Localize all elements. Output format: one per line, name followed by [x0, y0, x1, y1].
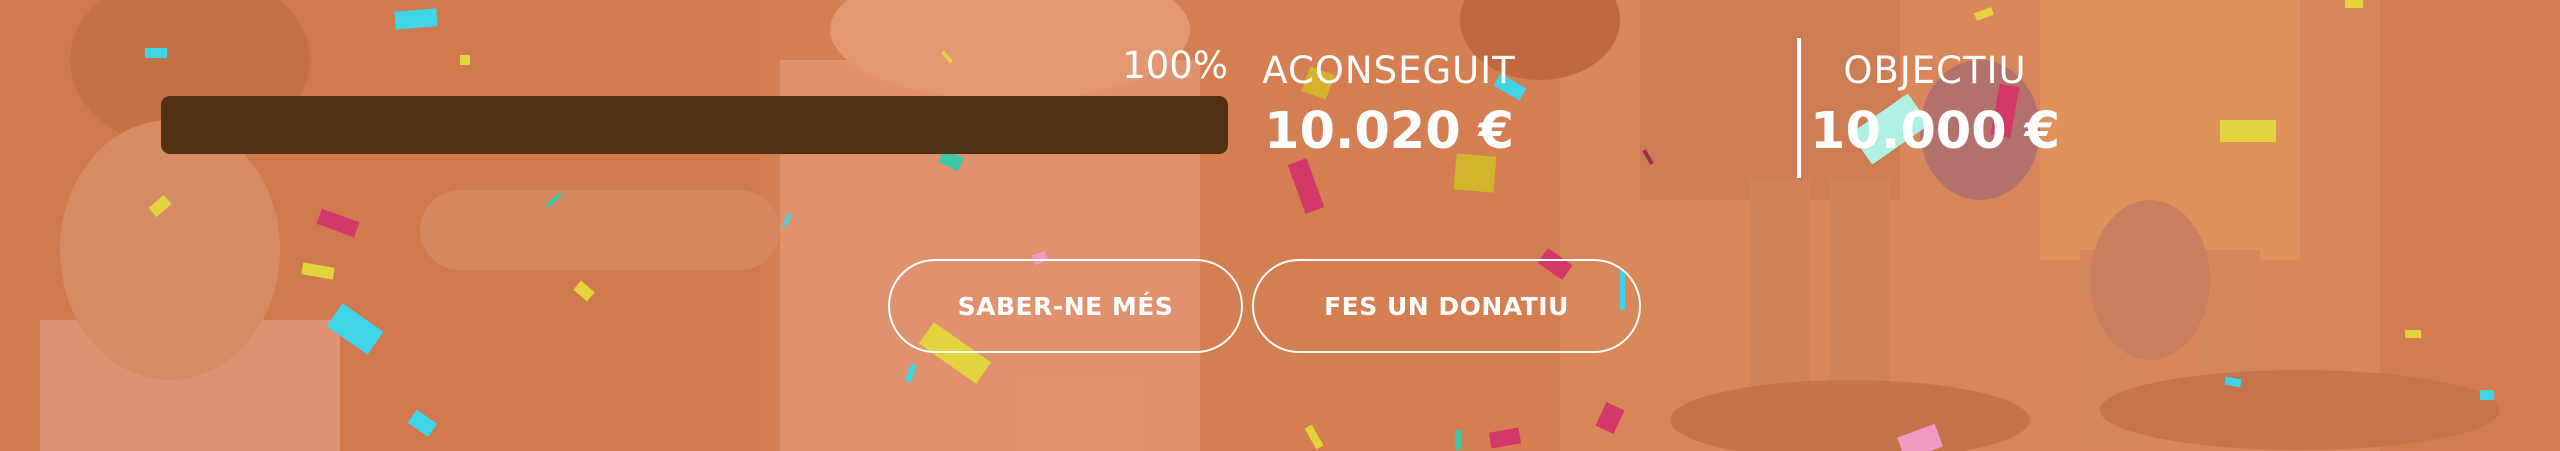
progress-percent-label: 100% — [1122, 44, 1228, 87]
raised-label: ACONSEGUIT — [1262, 49, 1516, 92]
raised-stat: ACONSEGUIT 10.020 € — [1239, 48, 1539, 164]
progress-bar — [161, 96, 1228, 154]
hero-banner: 100% ACONSEGUIT 10.020 € OBJECTIU 10.000… — [0, 0, 2560, 451]
goal-label: OBJECTIU — [1843, 49, 2027, 92]
goal-stat: OBJECTIU 10.000 € — [1785, 48, 2085, 164]
goal-amount: 10.000 € — [1809, 102, 2061, 161]
more-info-button[interactable]: SABER-NE MÉS — [888, 259, 1243, 353]
progress-bar-fill — [161, 96, 1228, 154]
raised-amount: 10.020 € — [1263, 102, 1515, 161]
donate-button[interactable]: FES UN DONATIU — [1252, 259, 1641, 353]
